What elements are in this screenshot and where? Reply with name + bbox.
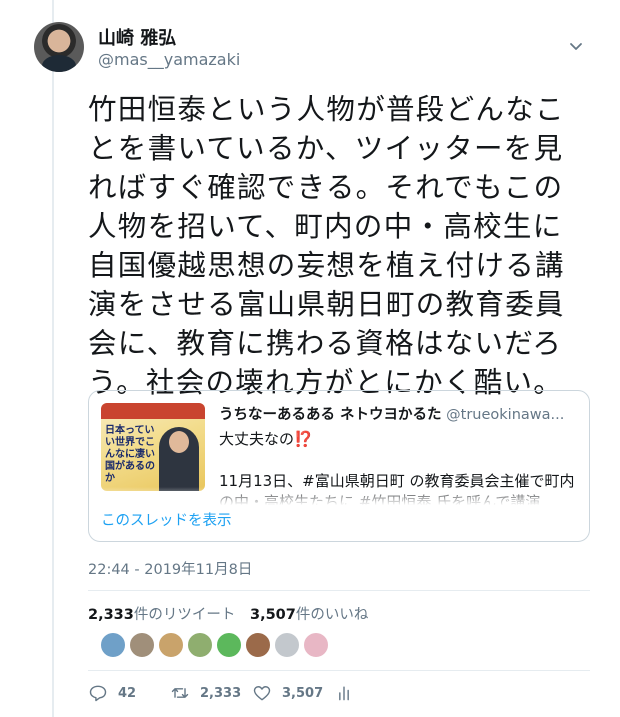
engagement-stats: 2,333件のリツイート 3,507件のいいね bbox=[88, 603, 368, 624]
tweet-timestamp[interactable]: 22:44 - 2019年11月8日 bbox=[88, 558, 252, 579]
liker-avatar[interactable] bbox=[216, 632, 242, 658]
quoted-tweet[interactable]: 日本っていい世界でこんなに凄い国があるのか うちなーあるある ネトウヨかるた @… bbox=[88, 390, 590, 542]
poster-person bbox=[159, 427, 199, 491]
avatar[interactable] bbox=[34, 22, 84, 72]
quoted-text-line1: 大丈夫なの⁉️ bbox=[219, 430, 313, 448]
show-thread-link[interactable]: このスレッドを表示 bbox=[101, 509, 232, 530]
retweet-count: 2,333 bbox=[200, 685, 242, 701]
divider bbox=[88, 590, 590, 591]
retweet-stat[interactable]: 2,333件のリツイート bbox=[88, 607, 235, 623]
tweet-actions: 42 2,333 3,507 bbox=[88, 682, 388, 704]
divider bbox=[88, 670, 590, 671]
quoted-author: うちなーあるある ネトウヨかるた @trueokinawa... bbox=[219, 403, 564, 424]
retweets-count: 2,333 bbox=[88, 607, 134, 623]
tweet-text: 竹田恒泰という人物が普段どんなことを書いているか、ツイッターを見ればすぐ確認でき… bbox=[88, 93, 565, 399]
liker-avatar[interactable] bbox=[158, 632, 184, 658]
chevron-down-icon[interactable] bbox=[568, 38, 584, 54]
quoted-author-handle: @trueokinawa... bbox=[446, 407, 565, 423]
retweet-button[interactable]: 2,333 bbox=[170, 682, 241, 704]
quoted-tweet-image[interactable]: 日本っていい世界でこんなに凄い国があるのか bbox=[101, 403, 205, 491]
liker-avatar[interactable] bbox=[274, 632, 300, 658]
author-handle[interactable]: @mas__yamazaki bbox=[98, 50, 240, 69]
quoted-author-name: うちなーあるある ネトウヨかるた bbox=[219, 407, 442, 423]
retweets-label: 件のリツイート bbox=[133, 607, 236, 623]
reply-icon bbox=[89, 685, 107, 702]
author-name[interactable]: 山崎 雅弘 bbox=[98, 24, 176, 50]
reply-button[interactable]: 42 bbox=[88, 682, 136, 704]
liker-avatar[interactable] bbox=[100, 632, 126, 658]
like-stat[interactable]: 3,507件のいいね bbox=[250, 607, 368, 623]
liker-avatar[interactable] bbox=[303, 632, 329, 658]
heart-icon bbox=[253, 686, 271, 701]
thread-line bbox=[52, 0, 54, 717]
liker-avatar[interactable] bbox=[187, 632, 213, 658]
liker-avatar[interactable] bbox=[129, 632, 155, 658]
reply-count: 42 bbox=[118, 685, 137, 701]
like-count: 3,507 bbox=[282, 685, 324, 701]
tweet-header: 山崎 雅弘 @mas__yamazaki bbox=[34, 18, 594, 74]
poster-band bbox=[101, 403, 205, 419]
analytics-icon bbox=[339, 686, 349, 701]
liker-avatar[interactable] bbox=[245, 632, 271, 658]
poster-text: 日本っていい世界でこんなに凄い国があるのか bbox=[105, 425, 155, 484]
analytics-button[interactable] bbox=[334, 682, 364, 704]
retweet-icon bbox=[171, 688, 189, 698]
likes-count: 3,507 bbox=[249, 607, 296, 623]
like-button[interactable]: 3,507 bbox=[252, 682, 323, 704]
likes-label: 件のいいね bbox=[295, 607, 369, 623]
